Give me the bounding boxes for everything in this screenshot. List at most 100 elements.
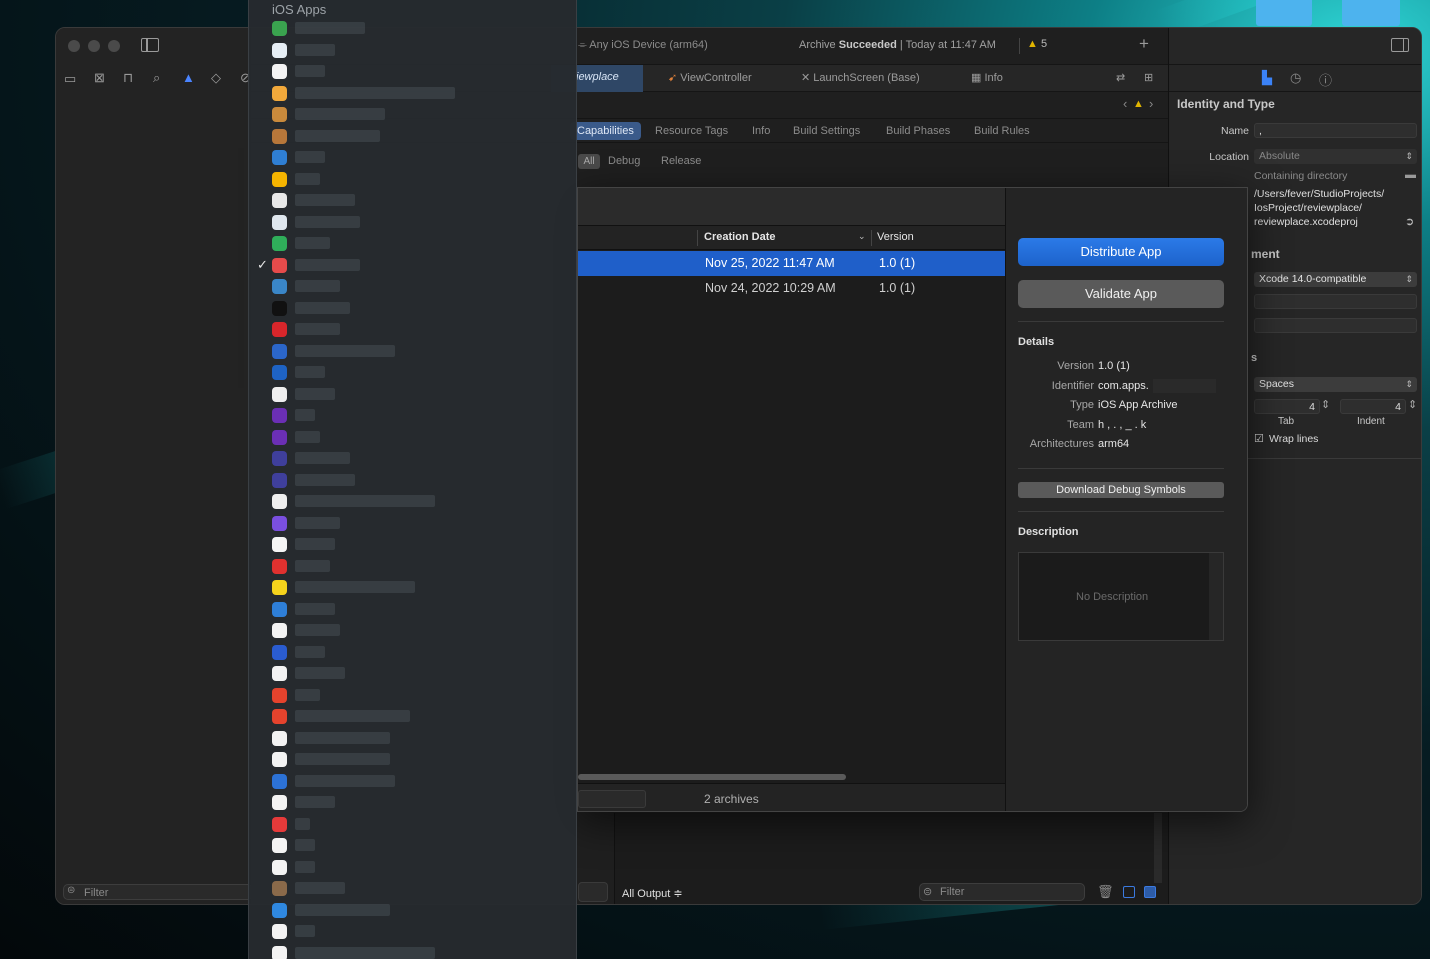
app-menu-item[interactable] (249, 148, 576, 170)
tab-viewcontroller[interactable]: ➹ ViewController (668, 71, 752, 84)
folder-icon[interactable]: ▬ (1405, 169, 1416, 181)
app-menu-item[interactable] (249, 170, 576, 192)
issue-navigator-icon[interactable]: ▲ (182, 70, 195, 85)
zoom-window-button[interactable] (108, 40, 120, 52)
app-menu-item[interactable] (249, 815, 576, 837)
app-menu-item[interactable] (249, 428, 576, 450)
config-debug-button[interactable]: Debug (608, 155, 640, 167)
add-tab-button[interactable]: + (1139, 34, 1149, 54)
archive-row[interactable]: Nov 24, 2022 10:29 AM 1.0 (1) (578, 276, 1005, 301)
related-items-icon[interactable]: ⇄ (1116, 71, 1125, 84)
horizontal-scrollbar[interactable] (578, 774, 846, 780)
reveal-in-finder-icon[interactable]: ➲ (1405, 215, 1414, 228)
app-menu-item[interactable] (249, 449, 576, 471)
app-menu-item[interactable] (249, 600, 576, 622)
app-menu-item[interactable] (249, 127, 576, 149)
tab-capabilities[interactable]: Capabilities (570, 122, 641, 140)
help-inspector-icon[interactable]: ⓘ (1319, 70, 1332, 89)
app-menu-item[interactable] (249, 901, 576, 923)
app-menu-item[interactable] (249, 535, 576, 557)
search-icon[interactable]: ⌕ (153, 70, 160, 86)
app-menu-item[interactable] (249, 922, 576, 944)
organization-field[interactable] (1254, 294, 1417, 309)
sidebar-toggle-icon[interactable] (141, 38, 159, 52)
tab-build-rules[interactable]: Build Rules (974, 125, 1030, 137)
indent-width-stepper[interactable]: ⇕ (1408, 398, 1417, 411)
app-menu-item[interactable] (249, 277, 576, 299)
file-inspector-icon[interactable]: ▙ (1262, 70, 1272, 86)
app-menu-item[interactable] (249, 621, 576, 643)
location-popup[interactable]: Absolute (1254, 149, 1417, 164)
app-menu-item[interactable]: ✓ (249, 256, 576, 278)
console-filter-field[interactable]: Filter (919, 883, 1085, 901)
app-menu-item[interactable] (249, 686, 576, 708)
variables-filter-field[interactable] (578, 882, 608, 902)
output-selector[interactable]: All Output ≑ (622, 887, 683, 900)
config-release-button[interactable]: Release (661, 155, 701, 167)
app-menu-item[interactable] (249, 944, 576, 959)
history-inspector-icon[interactable]: ◷ (1290, 70, 1301, 86)
app-menu-item[interactable] (249, 578, 576, 600)
config-all-button[interactable]: All (578, 154, 600, 169)
app-menu-item[interactable] (249, 320, 576, 342)
app-menu-item[interactable] (249, 385, 576, 407)
app-menu-item[interactable] (249, 213, 576, 235)
console-scrollbar[interactable] (1154, 813, 1162, 883)
tab-info-settings[interactable]: Info (752, 125, 770, 137)
app-menu-item[interactable] (249, 750, 576, 772)
app-menu-item[interactable] (249, 299, 576, 321)
tab-resource-tags[interactable]: Resource Tags (655, 125, 728, 137)
app-menu-item[interactable] (249, 191, 576, 213)
name-field[interactable]: , (1254, 123, 1417, 138)
app-menu-item[interactable] (249, 557, 576, 579)
app-menu-item[interactable] (249, 84, 576, 106)
desktop-folder-icon[interactable] (1342, 0, 1400, 26)
back-chevron-icon[interactable]: ‹ (1123, 96, 1127, 111)
tab-build-phases[interactable]: Build Phases (886, 125, 950, 137)
tab-width-stepper[interactable]: ⇕ (1321, 398, 1330, 411)
tab-width-field[interactable]: 4 (1254, 399, 1320, 414)
close-window-button[interactable] (68, 40, 80, 52)
source-control-icon[interactable]: ⊠ (94, 70, 105, 86)
app-menu-item[interactable] (249, 836, 576, 858)
project-format-popup[interactable]: Xcode 14.0-compatible (1254, 272, 1417, 287)
app-menu-item[interactable] (249, 707, 576, 729)
issue-warning-icon[interactable]: ▲ (1133, 98, 1144, 110)
app-menu-item[interactable] (249, 105, 576, 127)
tab-launchscreen[interactable]: ✕ LaunchScreen (Base) (801, 71, 920, 84)
archive-row[interactable]: Nov 25, 2022 11:47 AM 1.0 (1) (578, 251, 1005, 276)
folder-icon[interactable]: ▭ (64, 71, 76, 87)
app-menu-item[interactable] (249, 664, 576, 686)
test-navigator-icon[interactable]: ◇ (211, 70, 221, 86)
app-menu-item[interactable] (249, 772, 576, 794)
archives-filter-field[interactable] (578, 790, 646, 808)
app-menu-item[interactable] (249, 19, 576, 41)
app-menu-item[interactable] (249, 342, 576, 364)
forward-chevron-icon[interactable]: › (1149, 96, 1153, 111)
creation-date-header[interactable]: Creation Date (704, 231, 776, 243)
tab-build-settings[interactable]: Build Settings (793, 125, 860, 137)
desktop-folder-icon[interactable] (1256, 0, 1312, 26)
wrap-lines-checkbox[interactable]: ☑ (1254, 432, 1264, 445)
app-menu-item[interactable] (249, 406, 576, 428)
show-console-icon[interactable] (1144, 886, 1156, 898)
app-menu-item[interactable] (249, 643, 576, 665)
inspector-toggle-icon[interactable] (1391, 38, 1409, 52)
warnings-badge[interactable]: ▲ 5 (1027, 38, 1047, 50)
minimize-window-button[interactable] (88, 40, 100, 52)
symbol-navigator-icon[interactable]: ⊓ (123, 70, 133, 86)
trash-icon[interactable]: 🗑 (1097, 884, 1114, 900)
app-menu-item[interactable] (249, 858, 576, 880)
split-editor-icon[interactable]: ⊞ (1144, 71, 1153, 84)
app-menu-item[interactable] (249, 363, 576, 385)
download-debug-symbols-button[interactable]: Download Debug Symbols (1018, 482, 1224, 498)
distribute-app-button[interactable]: Distribute App (1018, 238, 1224, 266)
app-menu-item[interactable] (249, 234, 576, 256)
class-prefix-field[interactable] (1254, 318, 1417, 333)
tab-info[interactable]: ▦ Info (971, 71, 1003, 84)
indent-width-field[interactable]: 4 (1340, 399, 1406, 414)
description-textarea[interactable]: No Description (1018, 552, 1224, 641)
app-menu-item[interactable] (249, 492, 576, 514)
app-menu-item[interactable] (249, 471, 576, 493)
version-header[interactable]: Version (877, 231, 914, 243)
